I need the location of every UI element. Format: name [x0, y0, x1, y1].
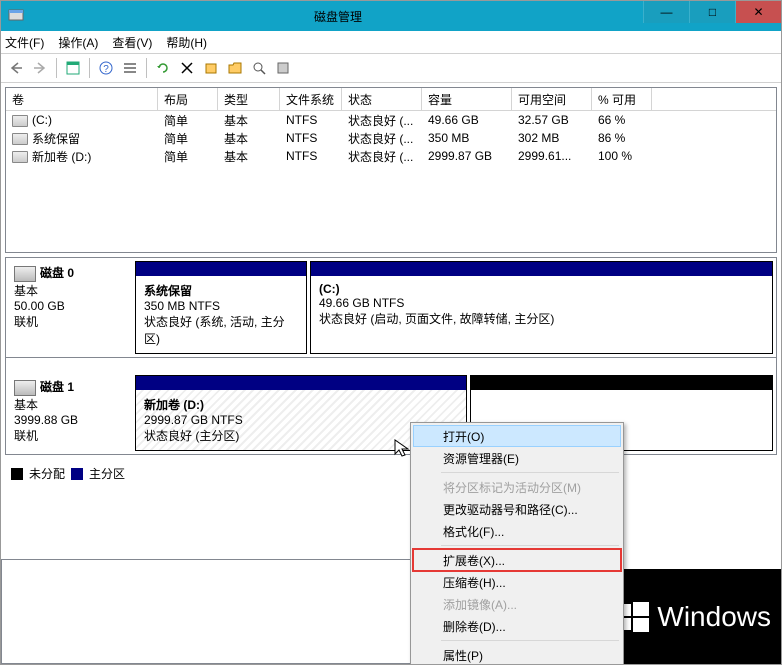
titlebar: 磁盘管理 — □ ✕	[1, 1, 781, 31]
disk-1: 磁盘 1 基本 3999.88 GB 联机 新加卷 (D:) 2999.87 G…	[6, 372, 776, 454]
ctx-add-mirror: 添加镜像(A)...	[413, 593, 621, 615]
ctx-change-letter[interactable]: 更改驱动器号和路径(C)...	[413, 498, 621, 520]
volume-row[interactable]: 新加卷 (D:) 简单 基本 NTFS 状态良好 (... 2999.87 GB…	[6, 147, 776, 165]
ctx-mark-active: 将分区标记为活动分区(M)	[413, 476, 621, 498]
views-icon[interactable]	[62, 57, 84, 79]
volume-list-header: 卷 布局 类型 文件系统 状态 容量 可用空间 % 可用	[6, 88, 776, 111]
svg-text:?: ?	[103, 64, 109, 75]
col-type[interactable]: 类型	[218, 88, 280, 110]
app-icon	[7, 6, 27, 26]
ctx-extend-volume[interactable]: 扩展卷(X)...	[413, 549, 621, 571]
drive-icon	[12, 115, 28, 127]
disk-icon	[14, 380, 36, 396]
help-icon[interactable]: ?	[95, 57, 117, 79]
ctx-open[interactable]: 打开(O)	[413, 425, 621, 447]
ctx-format[interactable]: 格式化(F)...	[413, 520, 621, 542]
disk-info[interactable]: 磁盘 0 基本 50.00 GB 联机	[6, 258, 132, 357]
back-icon[interactable]	[5, 57, 27, 79]
volume-row[interactable]: 系统保留 简单 基本 NTFS 状态良好 (... 350 MB 302 MB …	[6, 129, 776, 147]
menu-file[interactable]: 文件(F)	[5, 34, 44, 51]
close-button[interactable]: ✕	[735, 1, 781, 23]
col-capacity[interactable]: 容量	[422, 88, 512, 110]
col-volume[interactable]: 卷	[6, 88, 158, 110]
menu-action[interactable]: 操作(A)	[58, 34, 98, 51]
legend-primary-swatch	[71, 468, 83, 480]
minimize-button[interactable]: —	[643, 1, 689, 23]
menu-help[interactable]: 帮助(H)	[166, 34, 207, 51]
partition-system-reserved[interactable]: 系统保留 350 MB NTFS 状态良好 (系统, 活动, 主分区)	[135, 261, 307, 354]
legend: 未分配 主分区	[1, 459, 781, 488]
drive-icon	[12, 151, 28, 163]
toolbar: ?	[1, 54, 781, 83]
col-pct[interactable]: % 可用	[592, 88, 652, 110]
col-layout[interactable]: 布局	[158, 88, 218, 110]
menu-view[interactable]: 查看(V)	[112, 34, 152, 51]
legend-unallocated-swatch	[11, 468, 23, 480]
list-icon[interactable]	[119, 57, 141, 79]
settings-icon[interactable]	[272, 57, 294, 79]
branding-text: Windows	[657, 601, 771, 633]
menubar: 文件(F) 操作(A) 查看(V) 帮助(H)	[1, 31, 781, 54]
partition-c[interactable]: (C:) 49.66 GB NTFS 状态良好 (启动, 页面文件, 故障转储,…	[310, 261, 773, 354]
col-free[interactable]: 可用空间	[512, 88, 592, 110]
col-status[interactable]: 状态	[342, 88, 422, 110]
legend-primary-label: 主分区	[89, 465, 125, 482]
disk-map: 磁盘 0 基本 50.00 GB 联机 系统保留 350 MB NTFS 状态良…	[5, 257, 777, 455]
context-menu: 打开(O) 资源管理器(E) 将分区标记为活动分区(M) 更改驱动器号和路径(C…	[410, 422, 624, 665]
refresh-icon[interactable]	[152, 57, 174, 79]
ctx-shrink-volume[interactable]: 压缩卷(H)...	[413, 571, 621, 593]
properties-icon[interactable]	[200, 57, 222, 79]
forward-icon[interactable]	[29, 57, 51, 79]
window-title: 磁盘管理	[33, 8, 643, 25]
ctx-explorer[interactable]: 资源管理器(E)	[413, 447, 621, 469]
disk-info[interactable]: 磁盘 1 基本 3999.88 GB 联机	[6, 372, 132, 454]
disk-management-window: 磁盘管理 — □ ✕ 文件(F) 操作(A) 查看(V) 帮助(H) ? 卷 布…	[0, 0, 782, 665]
open-icon[interactable]	[224, 57, 246, 79]
ctx-properties[interactable]: 属性(P)	[413, 644, 621, 665]
search-icon[interactable]	[248, 57, 270, 79]
drive-icon	[12, 133, 28, 145]
ctx-delete-volume[interactable]: 删除卷(D)...	[413, 615, 621, 637]
col-fs[interactable]: 文件系统	[280, 88, 342, 110]
disk-0: 磁盘 0 基本 50.00 GB 联机 系统保留 350 MB NTFS 状态良…	[6, 258, 776, 358]
maximize-button[interactable]: □	[689, 1, 735, 23]
volume-row[interactable]: (C:) 简单 基本 NTFS 状态良好 (... 49.66 GB 32.57…	[6, 111, 776, 129]
disk-icon	[14, 266, 36, 282]
delete-icon[interactable]	[176, 57, 198, 79]
volume-list: 卷 布局 类型 文件系统 状态 容量 可用空间 % 可用 (C:) 简单 基本 …	[5, 87, 777, 253]
legend-unallocated-label: 未分配	[29, 465, 65, 482]
